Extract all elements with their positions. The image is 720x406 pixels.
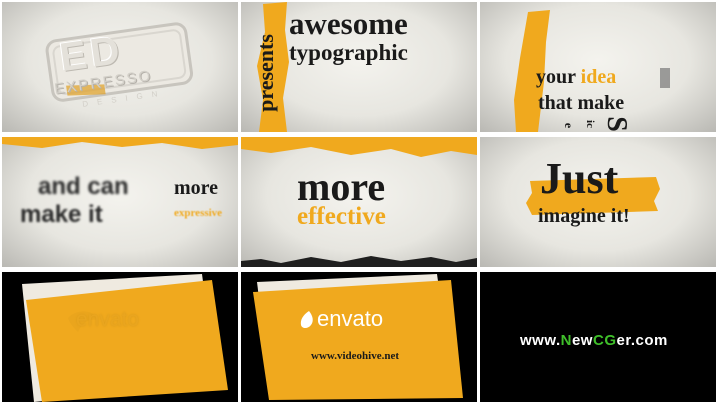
typographic-text: typographic [289, 40, 408, 65]
frame-envato-card: envato www.videohive.net [241, 272, 477, 402]
frame-and-can: and can make it more expressive [2, 137, 238, 267]
envato-faded-text: envato [76, 308, 140, 331]
rotated-fragment-e: e [562, 122, 577, 129]
expressive-text: expressive [174, 207, 223, 219]
frame-just: Just imagine it! [480, 137, 716, 267]
make-it-text: make it [20, 201, 103, 228]
videohive-url: www.videohive.net [311, 350, 399, 362]
frame-idea: your idea that make e ic S [480, 2, 716, 132]
frame-envato-faded: envato [2, 272, 238, 402]
frame-more-effective: more effective [241, 137, 477, 267]
and-can-text: and can [38, 173, 129, 200]
your-text: your [536, 66, 581, 88]
imagine-it-text: imagine it! [538, 205, 630, 227]
envato-card-icon [253, 274, 463, 400]
rotated-fragment-ic: ic [583, 120, 596, 128]
watermark-n: N [560, 332, 572, 349]
more-text: more [174, 177, 219, 199]
just-text: Just [540, 154, 619, 203]
motion-blur-mark [660, 68, 670, 88]
your-idea-line: your idea [536, 66, 616, 89]
watermark-suffix: er.com [616, 332, 668, 349]
envato-leaf-icon [300, 311, 313, 328]
vertical-presents-text: presents [252, 34, 278, 112]
effective-text: effective [297, 203, 386, 230]
rotated-fragment-s: S [600, 116, 632, 132]
watermark-cg: CG [592, 332, 617, 349]
that-make-text: that make [538, 92, 625, 114]
frame-presents: presents awesome typographic [241, 2, 477, 132]
envato-brand-text: envato [317, 306, 384, 331]
envato-card-icon [22, 274, 228, 402]
watermark-url: www.NewCGer.com [520, 332, 668, 349]
storyboard-grid: ED EXPRESSO DESIGN presents awesome typo… [0, 0, 720, 406]
watermark-prefix: www. [520, 332, 561, 349]
frame-logo: ED EXPRESSO DESIGN [2, 2, 238, 132]
frame-watermark: www.NewCGer.com [480, 272, 716, 402]
idea-text: idea [580, 66, 617, 88]
watermark-ew: ew [571, 332, 593, 349]
awesome-text: awesome [289, 6, 408, 41]
